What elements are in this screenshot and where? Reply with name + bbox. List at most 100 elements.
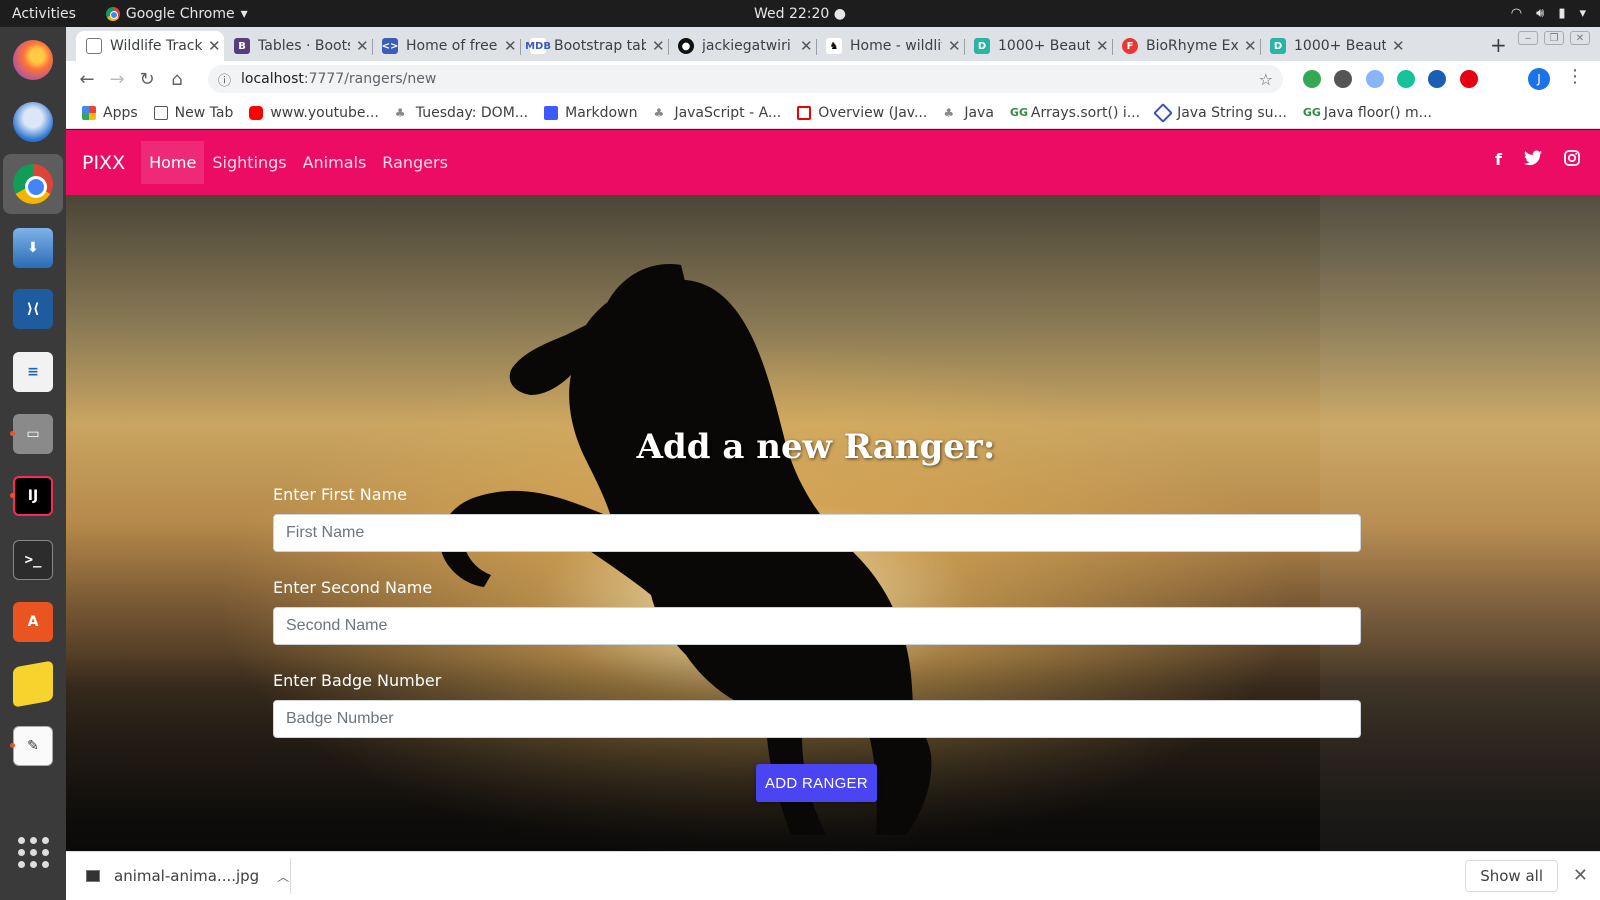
instagram-icon[interactable] — [1564, 150, 1580, 170]
url-host: localhost — [241, 71, 304, 87]
tab-strip: Wildlife Tracker ✕ B Tables · Bootstrap … — [66, 27, 1600, 61]
profile-avatar[interactable]: J — [1528, 68, 1550, 90]
close-tab-icon[interactable]: ✕ — [208, 37, 221, 55]
social-links: f — [1495, 150, 1580, 170]
bookmark-markdown[interactable]: Markdown — [544, 105, 637, 121]
dock-chrome[interactable] — [3, 154, 63, 214]
download-bar: animal-anima....jpg ︿ Show all ✕ — [66, 851, 1600, 900]
tab-bootstrap-tables[interactable]: MDB Bootstrap tables ✕ — [520, 31, 668, 61]
bookmarks-bar: Apps New Tab www.youtube... ♣ Tuesday: DO… — [66, 97, 1600, 129]
second-name-input[interactable] — [273, 607, 1361, 645]
extension-icon[interactable] — [1334, 70, 1352, 88]
dock-updater[interactable]: ⬇ — [8, 223, 58, 273]
running-indicator — [10, 743, 15, 748]
download-item[interactable]: animal-anima....jpg ︿ — [86, 858, 291, 894]
close-tab-icon[interactable]: ✕ — [504, 37, 517, 55]
download-extension-icon[interactable] — [1366, 70, 1384, 88]
dock-text-editor[interactable]: ✎ — [8, 721, 58, 771]
form-title: Add a new Ranger: — [636, 427, 996, 467]
new-tab-button[interactable]: + — [1490, 33, 1507, 57]
close-icon[interactable]: ✕ — [1573, 865, 1588, 886]
dock-firefox[interactable] — [8, 35, 58, 85]
bookmark-arrays-sort[interactable]: GG Arrays.sort() i... — [1010, 105, 1140, 121]
badge-number-input[interactable] — [273, 700, 1361, 738]
battery-icon: ▮ — [1558, 6, 1566, 21]
hero-side-panel — [1320, 195, 1600, 851]
back-icon[interactable]: ← — [72, 69, 102, 90]
bookmark-new-tab[interactable]: New Tab — [153, 105, 233, 121]
download-filename: animal-anima....jpg — [114, 867, 260, 885]
bookmark-tuesday-dom[interactable]: ♣ Tuesday: DOM... — [395, 105, 528, 121]
palm-icon: ♣ — [653, 105, 665, 120]
site-brand[interactable]: PIXX — [82, 152, 125, 174]
nav-animals[interactable]: Animals — [295, 141, 375, 184]
intellij-icon: IJ — [13, 476, 53, 516]
bookmark-java[interactable]: ♣ Java — [943, 105, 994, 121]
show-all-button[interactable]: Show all — [1465, 860, 1558, 892]
tab-beautiful-2[interactable]: D 1000+ Beautiful ✕ — [1260, 31, 1408, 61]
maximize-icon[interactable]: ❐ — [1544, 31, 1564, 45]
tab-beautiful-1[interactable]: D 1000+ Beautiful ✕ — [964, 31, 1112, 61]
dock-terminal[interactable]: >_ — [8, 535, 58, 585]
dock-software[interactable]: A — [8, 597, 58, 647]
dock-mail[interactable] — [8, 97, 58, 147]
mail-icon — [13, 102, 53, 142]
bookmark-java-floor[interactable]: GG Java floor() m... — [1303, 105, 1432, 121]
home-icon[interactable]: ⌂ — [162, 69, 192, 90]
dock-intellij[interactable]: IJ — [8, 471, 58, 521]
nav-rangers[interactable]: Rangers — [374, 141, 456, 184]
bookmark-overview-java[interactable]: Overview (Jav... — [797, 105, 927, 121]
first-name-input[interactable] — [273, 514, 1361, 552]
more-menu-icon[interactable]: ⋮ — [1566, 66, 1584, 87]
tab-github[interactable]: ● jackiegatwiri ✕ — [668, 31, 816, 61]
close-tab-icon[interactable]: ✕ — [1096, 37, 1109, 55]
grammarly-icon[interactable] — [1397, 70, 1415, 88]
bookmark-apps[interactable]: Apps — [82, 105, 138, 121]
dock-writer[interactable]: ≡ — [8, 347, 58, 397]
dock-files[interactable]: ▭ — [8, 409, 58, 459]
dock-notes[interactable] — [8, 659, 58, 709]
address-bar[interactable]: ⓘ localhost:7777/rangers/new ☆ — [208, 65, 1283, 93]
bookmark-star-icon[interactable]: ☆ — [1259, 70, 1273, 89]
bootstrap-icon: B — [234, 38, 250, 54]
facebook-icon[interactable]: f — [1495, 150, 1502, 170]
add-ranger-button[interactable]: ADD RANGER — [756, 764, 877, 802]
extension-icon[interactable] — [1428, 70, 1446, 88]
close-tab-icon[interactable]: ✕ — [1244, 37, 1257, 55]
reload-icon[interactable]: ↻ — [132, 69, 162, 90]
tab-home-wildlife[interactable]: ♞ Home - wildlife ✕ — [816, 31, 964, 61]
bookmark-javascript[interactable]: ♣ JavaScript - A... — [653, 105, 781, 121]
close-icon[interactable]: ✕ — [1570, 31, 1590, 45]
tab-biorhyme[interactable]: F BioRhyme Extra ✕ — [1112, 31, 1260, 61]
bookmark-java-string[interactable]: Java String su... — [1153, 102, 1287, 123]
markdown-icon — [544, 105, 559, 120]
close-tab-icon[interactable]: ✕ — [800, 37, 813, 55]
second-name-label: Enter Second Name — [273, 578, 433, 597]
web-page: PIXX Home Sightings Animals Rangers f Ad… — [66, 130, 1600, 851]
forward-icon[interactable]: → — [102, 69, 132, 90]
tab-home-of-free[interactable]: <> Home of free ✕ — [372, 31, 520, 61]
shield-extension-icon[interactable] — [1303, 70, 1321, 88]
extension-icon[interactable] — [1460, 70, 1478, 88]
info-icon[interactable]: ⓘ — [218, 70, 231, 89]
app-menu[interactable]: Google Chrome ▾ — [105, 6, 248, 22]
show-applications-button[interactable] — [8, 827, 58, 877]
system-tray[interactable]: ◠ 🔊︎ ▮ ▾ — [1511, 0, 1586, 27]
close-tab-icon[interactable]: ✕ — [356, 37, 369, 55]
twitter-icon[interactable] — [1524, 150, 1542, 170]
bookmark-youtube[interactable]: www.youtube... — [249, 105, 379, 121]
running-indicator — [10, 431, 15, 436]
chevron-up-icon[interactable]: ︿ — [277, 868, 289, 885]
tab-wildlife-tracker[interactable]: Wildlife Tracker ✕ — [76, 31, 224, 61]
close-tab-icon[interactable]: ✕ — [948, 37, 961, 55]
url-path: :7777/rangers/new — [303, 71, 437, 87]
minimize-icon[interactable]: ‒ — [1518, 31, 1538, 45]
nav-sightings[interactable]: Sightings — [204, 141, 294, 184]
tab-tables-bootstrap[interactable]: B Tables · Bootstrap ✕ — [224, 31, 372, 61]
close-tab-icon[interactable]: ✕ — [652, 37, 665, 55]
nav-home[interactable]: Home — [141, 141, 205, 184]
pc-icon — [1153, 102, 1173, 123]
dock-vscode[interactable]: ⟩⟨ — [8, 284, 58, 334]
activities-button[interactable]: Activities — [12, 6, 76, 22]
close-tab-icon[interactable]: ✕ — [1392, 37, 1405, 55]
